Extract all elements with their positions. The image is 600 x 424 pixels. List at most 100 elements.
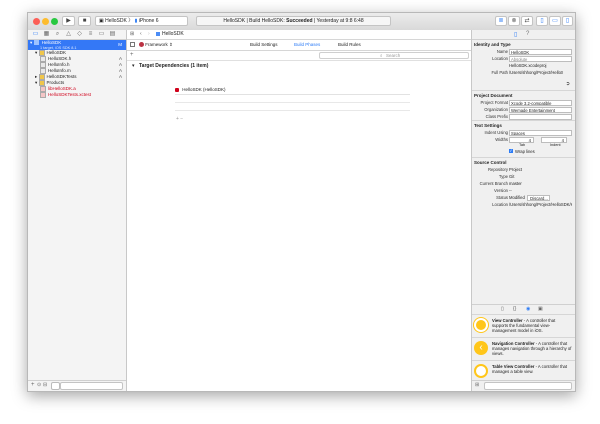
framework-target-icon: [139, 42, 144, 48]
inspector-tabs: ▯ ?: [472, 30, 575, 40]
filter-icon[interactable]: [51, 382, 60, 390]
tab-build-rules[interactable]: Build Rules: [338, 40, 361, 50]
identity-section-title: Identity and Type: [474, 42, 511, 47]
navigator-row-label: HelloSDKTests: [46, 74, 77, 80]
navigator-row-label: HelloSDK.h: [48, 56, 72, 62]
tab-build-phases[interactable]: Build Phases: [294, 40, 320, 50]
location-file: HelloSDK.xcodeproj: [509, 63, 547, 68]
zoom-window-button[interactable]: [51, 18, 58, 25]
discard-button[interactable]: Discard...: [527, 194, 550, 201]
toggle-utilities-button[interactable]: ▯: [562, 16, 573, 26]
issue-navigator-icon[interactable]: △: [63, 30, 74, 39]
code-snippet-library-icon[interactable]: {}: [513, 306, 516, 312]
close-window-button[interactable]: [33, 18, 40, 25]
run-button[interactable]: ▶: [62, 16, 75, 26]
library-item-view-controller[interactable]: View Controller - A controller that supp…: [472, 314, 575, 337]
find-navigator-icon[interactable]: ⌕: [52, 30, 63, 39]
grid-view-icon[interactable]: ⊞: [475, 382, 479, 388]
dependency-row[interactable]: HelloSDK (HelloSDK): [175, 85, 410, 95]
stop-button[interactable]: ■: [78, 16, 91, 26]
source-control-title: Source Control: [472, 157, 575, 166]
target-selector[interactable]: Framework ⇕: [139, 40, 173, 50]
add-icon[interactable]: +: [31, 382, 35, 388]
navigator-row-label: HelloSDK: [46, 50, 67, 56]
scm-filter-icon[interactable]: ⊟: [43, 382, 47, 388]
phase-title: Target Dependencies (1 item): [139, 63, 209, 69]
editor-tab-bar: Framework ⇕ Build Settings Build Phases …: [127, 40, 472, 51]
assistant-editor-button[interactable]: ⊗: [508, 16, 520, 26]
location-select[interactable]: Absolute: [509, 55, 572, 62]
tab-build-settings[interactable]: Build Settings: [250, 40, 278, 50]
library-filter-field[interactable]: [484, 382, 572, 390]
phase-toolbar: + ⌕ Search: [127, 51, 472, 61]
indent-width-field[interactable]: 4: [541, 136, 567, 143]
media-library-icon[interactable]: ▣: [538, 306, 543, 312]
standard-editor-button[interactable]: ≣: [495, 16, 507, 26]
jump-bar: ⊞ ‹ › HelloSDK: [127, 30, 472, 40]
library-item-navigation-controller[interactable]: ‹ Navigation Controller - A controller t…: [472, 337, 575, 360]
related-items-icon[interactable]: ⊞: [130, 30, 134, 39]
back-icon[interactable]: ‹: [140, 30, 142, 39]
recent-filter-icon[interactable]: ⊙: [37, 382, 41, 388]
search-icon: ⌕: [380, 53, 383, 58]
navigator-filter-field[interactable]: [60, 382, 123, 390]
destination-label: iPhone 6: [138, 18, 159, 24]
breakpoint-navigator-icon[interactable]: ▭: [96, 30, 107, 39]
navigator-row[interactable]: HelloSDKTests.xctest: [28, 92, 126, 98]
project-format-select[interactable]: Xcode 3.2-compatible: [509, 99, 572, 106]
file-inspector-icon[interactable]: ▯: [514, 31, 517, 38]
divider: [175, 110, 410, 111]
toggle-debug-button[interactable]: ▭: [549, 16, 561, 26]
test-navigator-icon[interactable]: ◇: [74, 30, 85, 39]
file-template-library-icon[interactable]: ▯: [501, 306, 504, 312]
tab-width-field[interactable]: 4: [509, 136, 534, 143]
quick-help-icon[interactable]: ?: [526, 31, 529, 37]
scheme-selector[interactable]: ▣ HelloSDK 〉 ▮ iPhone 6: [95, 16, 188, 26]
toggle-navigator-button[interactable]: ▯: [536, 16, 548, 26]
symbol-navigator-icon[interactable]: ▦: [41, 30, 52, 39]
reveal-in-finder-icon[interactable]: ➲: [566, 81, 570, 88]
project-row[interactable]: ▾ HelloSDK 1 target, iOS SDK 8.1 M: [28, 40, 126, 50]
wrap-lines-label: Wrap lines: [515, 149, 535, 154]
target-dependencies-header[interactable]: ▾ Target Dependencies (1 item): [127, 61, 472, 71]
navigator-tabs: ▭ ▦ ⌕ △ ◇ ≡ ▭ ▤: [28, 30, 126, 40]
object-library-icon[interactable]: ◉: [526, 306, 530, 312]
navigator-row-label: HelloInfo.m: [48, 68, 71, 74]
target-icon: [175, 87, 179, 92]
project-navigator: ▭ ▦ ⌕ △ ◇ ≡ ▭ ▤ ▾ HelloSDK 1 target, iOS…: [28, 30, 127, 391]
project-icon: [33, 40, 39, 46]
navigator-filter-bar: + ⊙ ⊟: [28, 380, 126, 391]
sidebar-toggle-icon[interactable]: [130, 42, 135, 47]
minimize-window-button[interactable]: [42, 18, 49, 25]
project-editor: ⊞ ‹ › HelloSDK Framework ⇕ Build Setting…: [127, 30, 472, 391]
class-prefix-field[interactable]: [509, 113, 572, 120]
table-view-controller-icon: [474, 364, 488, 378]
project-document-title: Project Document: [472, 90, 575, 99]
xcode-window: ▶ ■ ▣ HelloSDK 〉 ▮ iPhone 6 HelloSDK | B…: [27, 12, 576, 392]
version-editor-button[interactable]: ⇄: [521, 16, 533, 26]
forward-icon[interactable]: ›: [148, 30, 150, 39]
toolbar: ▶ ■ ▣ HelloSDK 〉 ▮ iPhone 6 HelloSDK | B…: [28, 13, 575, 31]
navigator-row-label: HelloSDKTests.xctest: [48, 92, 92, 98]
disclosure-icon: ▾: [132, 63, 135, 69]
utilities-area: ▯ ? Identity and Type Name HelloSDK Locat…: [471, 30, 575, 391]
divider: [175, 102, 410, 103]
search-placeholder: Search: [386, 53, 401, 58]
add-remove-dependency[interactable]: + −: [176, 116, 183, 122]
project-name-field[interactable]: HelloSDK: [509, 48, 572, 55]
phase-search-field[interactable]: ⌕ Search: [319, 52, 469, 59]
breadcrumb[interactable]: HelloSDK: [156, 30, 184, 39]
add-build-phase-icon[interactable]: +: [130, 51, 134, 60]
project-file-icon: [156, 31, 160, 36]
object-library-list: View Controller - A controller that supp…: [472, 314, 575, 383]
organization-field[interactable]: Wemade Entertainment: [509, 106, 572, 113]
report-navigator-icon[interactable]: ▤: [107, 30, 118, 39]
view-controller-icon: [474, 318, 488, 332]
navigator-row-label: libHelloSDK.a: [48, 86, 76, 92]
full-path: /Users/shhong/Project/HelloSDK/HelloSDK.…: [509, 70, 563, 75]
navigator-row-label: HelloInfo.h: [48, 62, 70, 68]
project-navigator-icon[interactable]: ▭: [30, 30, 41, 39]
indent-using-select[interactable]: Spaces: [509, 129, 572, 136]
debug-navigator-icon[interactable]: ≡: [85, 30, 96, 39]
wrap-lines-checkbox[interactable]: ✓: [509, 149, 513, 153]
